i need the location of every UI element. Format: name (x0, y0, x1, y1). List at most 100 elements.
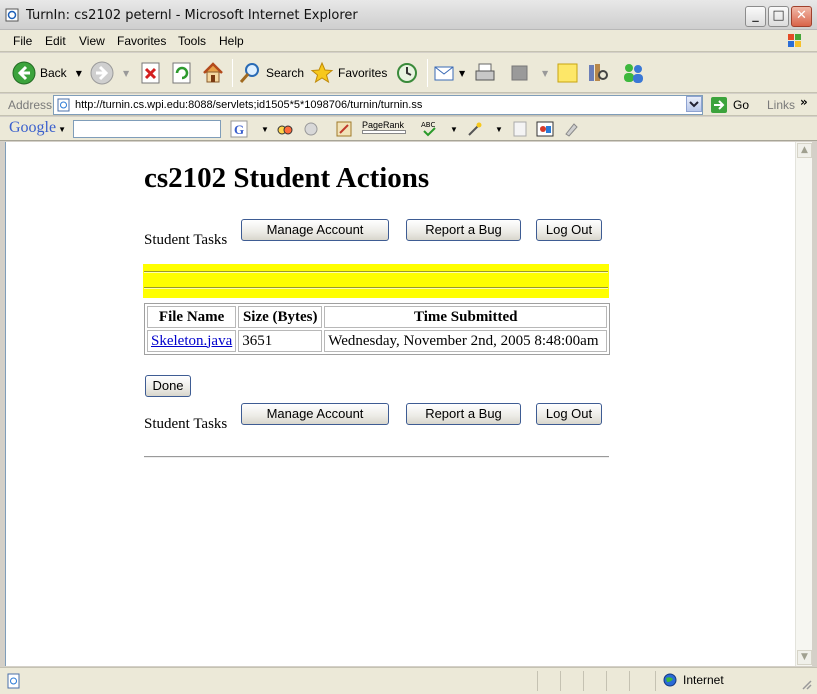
back-dropdown-icon[interactable]: ▼ (76, 69, 82, 78)
favorites-button[interactable]: Favorites (310, 59, 387, 87)
address-url: http://turnin.cs.wpi.edu:8088/servlets;i… (75, 99, 423, 111)
status-cell (560, 671, 583, 691)
google-search-dropdown-icon[interactable]: ▼ (261, 125, 269, 134)
back-arrow-icon (12, 61, 36, 85)
address-input[interactable]: http://turnin.cs.wpi.edu:8088/servlets;i… (53, 95, 703, 115)
toolbar-separator (427, 59, 428, 87)
edit-button[interactable]: ▼ (510, 59, 548, 87)
binoculars-icon (277, 125, 293, 135)
manage-account-button[interactable]: Manage Account (241, 403, 389, 425)
history-button[interactable] (395, 59, 419, 87)
discuss-button[interactable] (556, 59, 580, 87)
file-link[interactable]: Skeleton.java (151, 333, 232, 349)
back-label: Back (40, 66, 67, 80)
page-viewport: cs2102 Student Actions Student Tasks Man… (5, 142, 795, 666)
history-icon (397, 63, 417, 83)
forward-dropdown-icon[interactable]: ▼ (123, 69, 129, 78)
files-table: File Name Size (Bytes) Time Submitted Sk… (144, 303, 611, 355)
google-news-button[interactable] (276, 120, 294, 138)
google-popup-blocker-button[interactable] (302, 120, 320, 138)
globe-icon (663, 673, 677, 687)
divider (144, 456, 609, 458)
ie-page-icon (5, 8, 19, 22)
refresh-icon (172, 62, 191, 84)
highlighter-icon (565, 123, 578, 137)
vertical-scrollbar[interactable]: ▲ ▼ (795, 142, 812, 666)
zone-label: Internet (683, 673, 724, 687)
pagerank-bar (362, 130, 406, 134)
mail-dropdown-icon[interactable]: ▼ (459, 69, 465, 78)
menu-favorites[interactable]: Favorites (117, 34, 166, 48)
links-chevron-icon[interactable]: » (800, 95, 808, 109)
printer-icon (475, 63, 495, 81)
page-title: cs2102 Student Actions (144, 162, 430, 194)
links-label[interactable]: Links (767, 98, 795, 112)
log-out-button[interactable]: Log Out (536, 403, 602, 425)
messenger-button[interactable] (620, 59, 646, 87)
google-blogger-button[interactable] (335, 120, 353, 138)
spellcheck-dropdown-icon[interactable]: ▼ (450, 125, 458, 134)
forward-button[interactable]: ▼ (90, 59, 129, 87)
menu-bar: File Edit View Favorites Tools Help (0, 30, 817, 52)
mail-button[interactable]: ▼ (433, 59, 465, 87)
search-icon (239, 63, 259, 83)
window-title: TurnIn: cs2102 peternl - Microsoft Inter… (26, 8, 358, 23)
autolink-dropdown-icon[interactable]: ▼ (495, 125, 503, 134)
minimize-button[interactable]: _ (745, 6, 766, 27)
google-search-button[interactable]: G ▼ (230, 120, 269, 138)
manage-account-button[interactable]: Manage Account (241, 219, 389, 241)
stop-icon (141, 62, 160, 84)
maximize-button[interactable]: □ (768, 6, 789, 27)
refresh-button[interactable] (171, 59, 193, 87)
go-arrow-icon (711, 97, 727, 113)
close-button[interactable]: ✕ (791, 6, 812, 27)
autofill-icon (513, 121, 527, 137)
close-icon: ✕ (796, 8, 807, 23)
toolbar-separator (232, 59, 233, 87)
autofill-button[interactable] (511, 120, 529, 138)
back-button[interactable]: Back ▼ (12, 59, 82, 87)
time-submitted-cell: Wednesday, November 2nd, 2005 8:48:00am (324, 330, 608, 352)
menu-edit[interactable]: Edit (45, 34, 66, 48)
home-button[interactable] (201, 59, 225, 87)
scroll-down-icon[interactable]: ▼ (797, 650, 812, 665)
stop-button[interactable] (140, 59, 162, 87)
search-label: Search (266, 66, 305, 80)
search-button[interactable]: Search (238, 59, 304, 87)
standard-toolbar: Back ▼ ▼ Search Favorites ▼ ▼ (0, 53, 817, 93)
menu-view[interactable]: View (79, 34, 105, 48)
menu-help[interactable]: Help (219, 34, 244, 48)
done-button[interactable]: Done (145, 375, 191, 397)
divider (144, 287, 608, 289)
options-button[interactable] (536, 120, 554, 138)
home-icon (203, 62, 223, 83)
scroll-up-icon[interactable]: ▲ (797, 143, 812, 158)
log-out-button[interactable]: Log Out (536, 219, 602, 241)
puzzle-icon (304, 122, 318, 136)
google-logo-text: Google (9, 119, 57, 136)
menu-file[interactable]: File (13, 34, 32, 48)
resize-grip-icon[interactable] (800, 678, 812, 690)
research-button[interactable] (586, 59, 610, 87)
edit-dropdown-icon[interactable]: ▼ (542, 69, 548, 78)
spellcheck-button[interactable]: ABC ▼ (420, 120, 458, 138)
print-button[interactable] (473, 59, 497, 87)
google-logo[interactable]: Google ▼ (9, 119, 66, 137)
address-dropdown-button[interactable] (686, 96, 702, 112)
maximize-icon: □ (772, 8, 785, 23)
report-bug-button[interactable]: Report a Bug (406, 219, 521, 241)
status-cell (629, 671, 654, 691)
edit-page-icon (511, 65, 528, 81)
messenger-icon (624, 64, 643, 83)
highlight-button[interactable] (562, 120, 580, 138)
report-bug-button[interactable]: Report a Bug (406, 403, 521, 425)
research-books-icon (589, 64, 608, 81)
status-cell (537, 671, 560, 691)
autolink-button[interactable]: ▼ (465, 120, 503, 138)
go-button[interactable]: Go (710, 96, 749, 114)
svg-text:G: G (234, 122, 244, 137)
google-g-icon: G (230, 120, 248, 138)
google-search-input[interactable] (73, 120, 221, 138)
menu-tools[interactable]: Tools (178, 34, 206, 48)
pencil-icon (336, 121, 352, 137)
